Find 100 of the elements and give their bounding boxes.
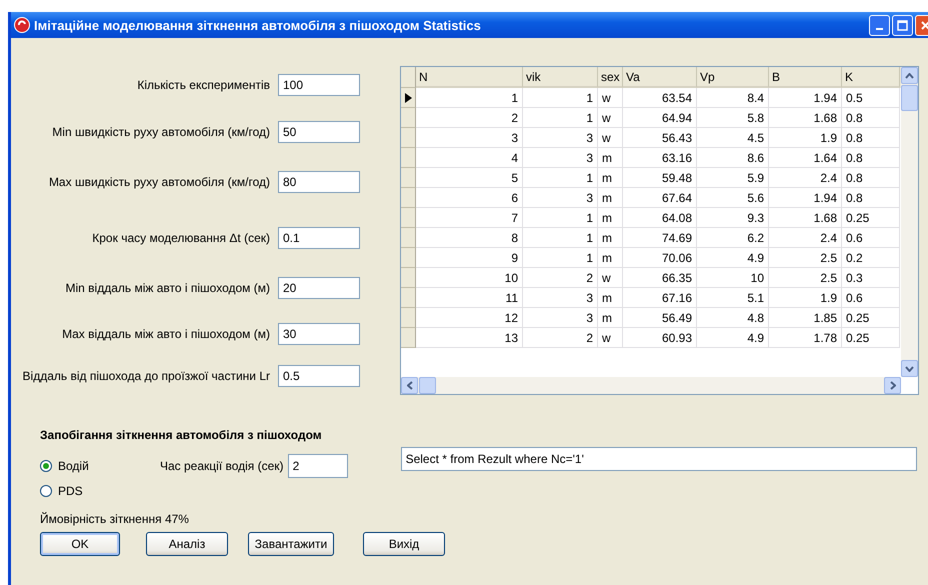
row-indicator[interactable] xyxy=(401,88,416,108)
input-field[interactable]: 0.1 xyxy=(278,227,360,249)
table-cell: m xyxy=(598,168,623,188)
table-cell: 60.93 xyxy=(623,328,697,348)
table-cell: 2 xyxy=(523,268,598,288)
table-cell: 1 xyxy=(523,228,598,248)
column-header[interactable]: B xyxy=(769,67,842,88)
table-cell: m xyxy=(598,148,623,168)
table-cell: 64.94 xyxy=(623,108,697,128)
vertical-scrollbar[interactable] xyxy=(901,67,918,377)
table-cell: 3 xyxy=(523,128,598,148)
table-cell: 12 xyxy=(416,308,523,328)
table-cell: 63.54 xyxy=(623,88,697,108)
table-cell: 5.6 xyxy=(697,188,769,208)
table-cell: 1.85 xyxy=(769,308,842,328)
table-cell: 11 xyxy=(416,288,523,308)
table-cell: 0.5 xyxy=(842,88,900,108)
table-cell: 13 xyxy=(416,328,523,348)
table-cell: 3 xyxy=(416,128,523,148)
table-cell: 3 xyxy=(523,308,598,328)
table-cell: 9.3 xyxy=(697,208,769,228)
column-header[interactable]: N xyxy=(416,67,523,88)
table-cell: m xyxy=(598,248,623,268)
table-cell: 10 xyxy=(416,268,523,288)
table-cell: 4 xyxy=(416,148,523,168)
table-cell: 2 xyxy=(523,328,598,348)
input-field[interactable]: 0.5 xyxy=(278,365,360,387)
table-cell: 4.8 xyxy=(697,308,769,328)
field-label: Max віддаль між авто і пішоходом (м) xyxy=(61,327,271,341)
table-cell: 0.8 xyxy=(842,148,900,168)
input-field[interactable]: 100 xyxy=(278,74,360,96)
table-cell: 1.94 xyxy=(769,88,842,108)
table-cell: 1.68 xyxy=(769,108,842,128)
table-cell: m xyxy=(598,288,623,308)
table-cell: 2.5 xyxy=(769,248,842,268)
field-label: Віддаль від пішохода до проїзжої частини Lr xyxy=(22,369,271,383)
table-cell: 3 xyxy=(523,288,598,308)
minimize-icon xyxy=(876,28,883,30)
column-header[interactable]: Vp xyxy=(697,67,769,88)
field-label: Min швидкість руху автомобіля (км/год) xyxy=(51,125,271,139)
table-cell: 1.9 xyxy=(769,128,842,148)
table-cell: 1 xyxy=(523,108,598,128)
table-cell: 74.69 xyxy=(623,228,697,248)
table-cell: 0.8 xyxy=(842,108,900,128)
radio-option[interactable]: PDS xyxy=(40,484,160,498)
action-button[interactable]: Вихід xyxy=(363,532,445,556)
scroll-thumb[interactable] xyxy=(419,377,436,394)
input-field[interactable]: 2 xyxy=(288,454,348,478)
field-label: Min віддаль між авто і пішоходом (м) xyxy=(64,281,271,295)
horizontal-scrollbar[interactable] xyxy=(401,377,901,394)
table-cell: w xyxy=(598,268,623,288)
input-field[interactable]: 30 xyxy=(278,323,360,345)
table-cell: 0.3 xyxy=(842,268,900,288)
table-cell: 1.68 xyxy=(769,208,842,228)
column-header[interactable]: sex xyxy=(598,67,623,88)
table-cell: 3 xyxy=(523,188,598,208)
action-button[interactable]: Завантажити xyxy=(248,532,334,556)
scroll-thumb[interactable] xyxy=(901,85,918,111)
table-cell: 2.5 xyxy=(769,268,842,288)
table-cell: 56.49 xyxy=(623,308,697,328)
table-cell: 6.2 xyxy=(697,228,769,248)
table-cell: 5.1 xyxy=(697,288,769,308)
column-header[interactable]: Va xyxy=(623,67,697,88)
table-cell: 0.6 xyxy=(842,228,900,248)
table-cell: 70.06 xyxy=(623,248,697,268)
table-cell: 66.35 xyxy=(623,268,697,288)
table-cell: 6 xyxy=(416,188,523,208)
input-field[interactable]: 80 xyxy=(278,171,360,193)
query-field[interactable]: Select * from Rezult where Nc='1' xyxy=(400,447,917,471)
table-cell: 67.16 xyxy=(623,288,697,308)
table-cell: 1 xyxy=(523,168,598,188)
action-button[interactable]: Аналіз xyxy=(146,532,228,556)
maximize-button[interactable] xyxy=(892,14,913,36)
table-cell: 0.6 xyxy=(842,288,900,308)
table-cell: 1.78 xyxy=(769,328,842,348)
table-cell: 1 xyxy=(416,88,523,108)
table-cell: 1.94 xyxy=(769,188,842,208)
app-icon xyxy=(14,17,30,33)
table-cell: 5.9 xyxy=(697,168,769,188)
radio-option[interactable]: Водій xyxy=(40,459,160,473)
table-cell: 0.2 xyxy=(842,248,900,268)
close-icon xyxy=(920,20,928,30)
table-cell: 10 xyxy=(697,268,769,288)
input-field[interactable]: 20 xyxy=(278,277,360,299)
table-cell: 8.6 xyxy=(697,148,769,168)
table-cell: 4.5 xyxy=(697,128,769,148)
minimize-button[interactable] xyxy=(869,14,890,36)
field-label: Max швидкість руху автомобіля (км/год) xyxy=(48,175,271,189)
table-cell: 1 xyxy=(523,248,598,268)
input-field[interactable]: 50 xyxy=(278,121,360,143)
table-cell: 4.9 xyxy=(697,328,769,348)
field-label: Кількість експериментів xyxy=(136,78,271,92)
table-cell: 1.9 xyxy=(769,288,842,308)
table-cell: 7 xyxy=(416,208,523,228)
table-cell: m xyxy=(598,188,623,208)
action-button[interactable]: OK xyxy=(40,532,120,556)
column-header[interactable]: vik xyxy=(523,67,598,88)
table-cell: 0.8 xyxy=(842,188,900,208)
table-cell: 2.4 xyxy=(769,228,842,248)
table-cell: w xyxy=(598,128,623,148)
